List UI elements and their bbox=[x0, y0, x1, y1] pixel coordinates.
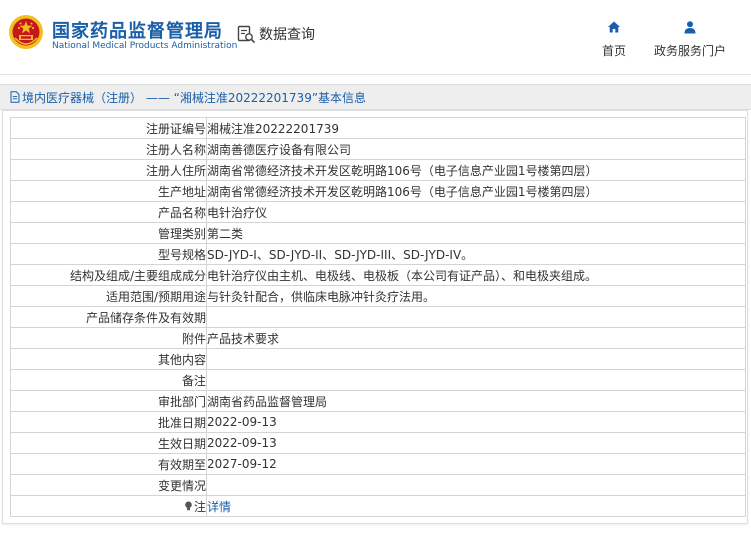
row-label: 适用范围/预期用途 bbox=[10, 285, 207, 307]
row-label: 管理类别 bbox=[10, 222, 207, 244]
row-value: 湖南省常德经济技术开发区乾明路106号（电子信息产业园1号楼第四层） bbox=[206, 159, 746, 181]
row-value: 湖南省药品监督管理局 bbox=[206, 390, 746, 412]
table-row: 有效期至 2027-09-12 bbox=[10, 453, 746, 475]
home-icon bbox=[608, 21, 620, 33]
note-row: 注 详情 bbox=[10, 495, 746, 517]
row-value: 电针治疗仪由主机、电极线、电极板（本公司有证产品）、和电极夹组成。 bbox=[206, 264, 746, 286]
national-emblem-icon bbox=[9, 15, 43, 49]
user-icon bbox=[684, 21, 696, 34]
row-value: 2022-09-13 bbox=[206, 411, 746, 433]
data-query-button[interactable]: 数据查询 bbox=[237, 24, 315, 44]
site-header: 国家药品监督管理局 National Medical Products Admi… bbox=[0, 0, 751, 74]
table-row: 生效日期 2022-09-13 bbox=[10, 432, 746, 454]
row-value bbox=[206, 348, 746, 370]
registration-info-table: 注册证编号 湘械注准20222201739 注册人名称 湖南善德医疗设备有限公司 注… bbox=[10, 117, 746, 517]
table-row: 适用范围/预期用途 与针灸针配合，供临床电脉冲针灸疗法用。 bbox=[10, 285, 746, 307]
nav-home-label: 首页 bbox=[601, 44, 626, 58]
table-row: 备注 bbox=[10, 369, 746, 391]
nav-service-label: 政务服务门户 bbox=[653, 44, 726, 58]
row-label: 产品储存条件及有效期 bbox=[10, 306, 207, 328]
row-value: 湘械注准20222201739 bbox=[206, 117, 746, 139]
row-value: 2022-09-13 bbox=[206, 432, 746, 454]
table-row: 注册人住所 湖南省常德经济技术开发区乾明路106号（电子信息产业园1号楼第四层） bbox=[10, 159, 746, 181]
row-value: 2027-09-12 bbox=[206, 453, 746, 475]
row-value: SD-JYD-I、SD-JYD-II、SD-JYD-III、SD-JYD-IV。 bbox=[206, 243, 746, 265]
table-row: 注册人名称 湖南善德医疗设备有限公司 bbox=[10, 138, 746, 160]
table-row: 附件 产品技术要求 bbox=[10, 327, 746, 349]
row-label: 生效日期 bbox=[10, 432, 207, 454]
breadcrumb: 境内医疗器械（注册） —— “湘械注准20222201739”基本信息 bbox=[0, 84, 751, 110]
row-value: 与针灸针配合，供临床电脉冲针灸疗法用。 bbox=[206, 285, 746, 307]
row-label: 其他内容 bbox=[10, 348, 207, 370]
table-row: 产品名称 电针治疗仪 bbox=[10, 201, 746, 223]
row-value: 产品技术要求 bbox=[206, 327, 746, 349]
data-query-label: 数据查询 bbox=[259, 27, 315, 43]
row-value: 湖南善德医疗设备有限公司 bbox=[206, 138, 746, 160]
table-row: 审批部门 湖南省药品监督管理局 bbox=[10, 390, 746, 412]
row-value bbox=[206, 369, 746, 391]
row-label: 备注 bbox=[10, 369, 207, 391]
note-label-wrap: 注 bbox=[184, 498, 206, 515]
row-value bbox=[206, 306, 746, 328]
row-label: 审批部门 bbox=[10, 390, 207, 412]
row-label: 注册人住所 bbox=[10, 159, 207, 181]
table-row: 结构及组成/主要组成成分 电针治疗仪由主机、电极线、电极板（本公司有证产品）、和电… bbox=[10, 264, 746, 286]
org-name-cn: 国家药品监督管理局 bbox=[52, 21, 223, 42]
table-row: 产品储存条件及有效期 bbox=[10, 306, 746, 328]
nav-service-portal-link[interactable]: 政务服务门户 bbox=[650, 20, 730, 59]
row-label: 有效期至 bbox=[10, 453, 207, 475]
row-label: 产品名称 bbox=[10, 201, 207, 223]
row-value: 电针治疗仪 bbox=[206, 201, 746, 223]
row-label: 批准日期 bbox=[10, 411, 207, 433]
row-label: 生产地址 bbox=[10, 180, 207, 202]
details-link[interactable]: 详情 bbox=[208, 500, 232, 514]
table-row: 型号规格 SD-JYD-I、SD-JYD-II、SD-JYD-III、SD-JYD… bbox=[10, 243, 746, 265]
table-row: 变更情况 bbox=[10, 474, 746, 496]
note-label-cell: 注 bbox=[10, 495, 207, 517]
row-value bbox=[206, 474, 746, 496]
row-label: 附件 bbox=[10, 327, 207, 349]
row-label: 注册证编号 bbox=[10, 117, 207, 139]
header-divider bbox=[0, 74, 751, 75]
row-label: 结构及组成/主要组成成分 bbox=[10, 264, 207, 286]
table-row: 注册证编号 湘械注准20222201739 bbox=[10, 117, 746, 139]
org-name-en: National Medical Products Administration bbox=[52, 41, 238, 51]
row-value: 第二类 bbox=[206, 222, 746, 244]
nav-home-link[interactable]: 首页 bbox=[598, 20, 630, 59]
row-value: 湖南省常德经济技术开发区乾明路106号（电子信息产业园1号楼第四层） bbox=[206, 180, 746, 202]
note-label: 注 bbox=[193, 499, 206, 514]
table-row: 其他内容 bbox=[10, 348, 746, 370]
lightbulb-icon bbox=[185, 501, 192, 511]
table-row: 管理类别 第二类 bbox=[10, 222, 746, 244]
breadcrumb-text: 境内医疗器械（注册） —— “湘械注准20222201739”基本信息 bbox=[22, 90, 367, 105]
search-document-icon bbox=[237, 25, 256, 43]
row-label: 注册人名称 bbox=[10, 138, 207, 160]
document-icon bbox=[10, 91, 20, 103]
row-label: 型号规格 bbox=[10, 243, 207, 265]
row-label: 变更情况 bbox=[10, 474, 207, 496]
table-row: 生产地址 湖南省常德经济技术开发区乾明路106号（电子信息产业园1号楼第四层） bbox=[10, 180, 746, 202]
note-value-cell: 详情 bbox=[206, 495, 746, 517]
table-row: 批准日期 2022-09-13 bbox=[10, 411, 746, 433]
